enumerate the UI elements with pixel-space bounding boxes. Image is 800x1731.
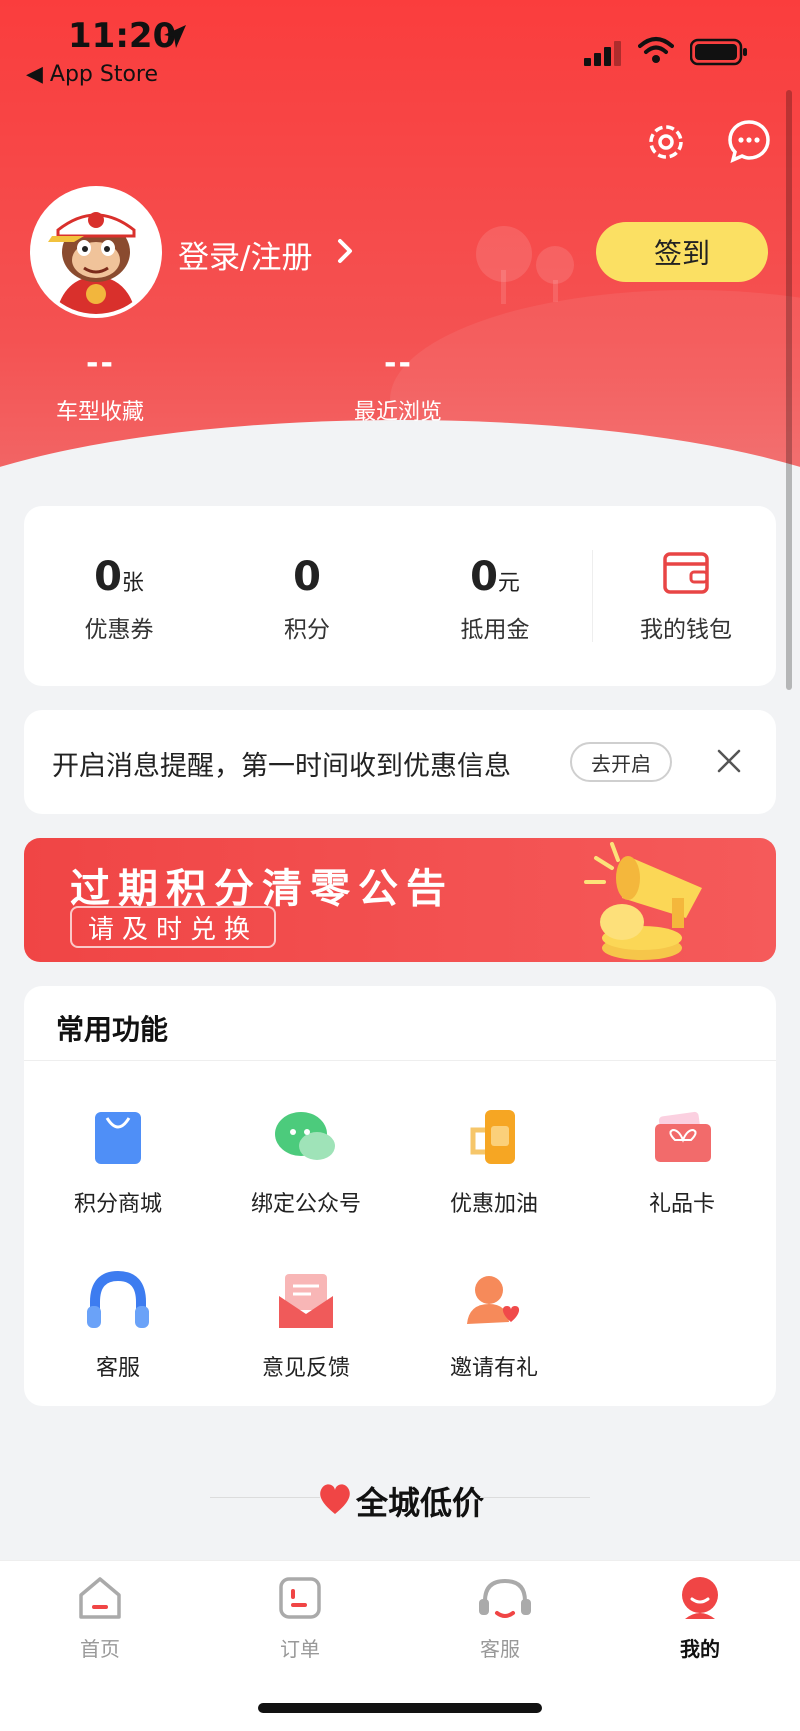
gift-card-item[interactable]: 礼品卡 xyxy=(592,1102,772,1218)
tab-orders[interactable]: 订单 xyxy=(240,1573,360,1662)
points-mall-item[interactable]: 积分商城 xyxy=(28,1102,208,1218)
invite-reward-item[interactable]: 邀请有礼 xyxy=(404,1266,584,1382)
settings-gear-icon[interactable] xyxy=(644,120,688,164)
order-icon xyxy=(275,1573,325,1623)
notification-reminder-card: 开启消息提醒，第一时间收到优惠信息 去开启 xyxy=(24,710,776,814)
avatar[interactable] xyxy=(30,186,162,318)
voucher-credit-item[interactable]: 0元 抵用金 xyxy=(420,554,570,644)
battery-icon xyxy=(690,38,747,66)
home-icon xyxy=(75,1573,125,1623)
back-to-app-store[interactable]: ◀ App Store xyxy=(26,62,158,87)
banner-subtitle: 请及时兑换 xyxy=(70,906,277,948)
city-divider-left xyxy=(210,1497,320,1498)
location-arrow-icon xyxy=(164,25,186,48)
fuel-cup-icon xyxy=(459,1102,529,1172)
tab-home[interactable]: 首页 xyxy=(40,1573,160,1662)
shopping-bag-icon xyxy=(83,1102,153,1172)
my-wallet-item[interactable]: 我的钱包 xyxy=(606,548,766,644)
points-item[interactable]: 0 积分 xyxy=(232,554,382,644)
recent-views-label[interactable]: 最近浏览 xyxy=(354,394,442,426)
functions-title: 常用功能 xyxy=(56,1013,169,1046)
close-icon[interactable] xyxy=(716,748,742,774)
service-headset-icon xyxy=(475,1573,531,1623)
customer-service-item[interactable]: 客服 xyxy=(28,1266,208,1382)
login-register-link[interactable]: 登录/注册 xyxy=(178,232,312,277)
cellular-signal-icon xyxy=(584,41,621,66)
wallet-divider xyxy=(592,550,593,642)
notice-text: 开启消息提醒，第一时间收到优惠信息 xyxy=(52,751,511,782)
favorite-models-count[interactable]: -- xyxy=(86,346,115,381)
city-divider-right xyxy=(480,1497,590,1498)
bind-official-account-item[interactable]: 绑定公众号 xyxy=(216,1102,396,1218)
invite-user-icon xyxy=(459,1266,529,1336)
favorite-models-label[interactable]: 车型收藏 xyxy=(56,394,144,426)
tab-profile[interactable]: 我的 xyxy=(640,1573,760,1662)
recent-views-count[interactable]: -- xyxy=(384,346,413,381)
home-indicator xyxy=(258,1703,542,1713)
message-bubble-icon[interactable] xyxy=(726,118,772,164)
common-functions-card: 常用功能 积分商城 绑定公众号 优惠加油 礼品卡 客服 意见反馈 邀请有礼 xyxy=(24,986,776,1406)
monkey-mascot-icon xyxy=(34,190,158,314)
points-expiry-banner[interactable]: 过期积分清零公告 请及时兑换 xyxy=(24,838,776,962)
tab-service[interactable]: 客服 xyxy=(440,1573,560,1662)
gift-card-icon xyxy=(647,1102,717,1172)
functions-divider xyxy=(24,1060,776,1061)
headphones-icon xyxy=(83,1266,153,1336)
fuel-discount-item[interactable]: 优惠加油 xyxy=(404,1102,584,1218)
wallet-card: 0张 优惠券 0 积分 0元 抵用金 我的钱包 xyxy=(24,506,776,686)
megaphone-coins-icon xyxy=(584,842,702,960)
feedback-item[interactable]: 意见反馈 xyxy=(216,1266,396,1382)
wechat-icon xyxy=(271,1102,341,1172)
profile-icon xyxy=(675,1573,725,1623)
profile-header: 11:20 ◀ App Store 登录/注册 签到 -- 车型收藏 -- 最近… xyxy=(0,0,800,485)
wifi-icon xyxy=(638,37,674,63)
coupon-item[interactable]: 0张 优惠券 xyxy=(44,554,194,644)
feedback-envelope-icon xyxy=(271,1266,341,1336)
chevron-right-icon xyxy=(338,239,352,263)
scrollbar[interactable] xyxy=(786,90,792,690)
tree-decoration xyxy=(536,246,574,284)
enable-notifications-button[interactable]: 去开启 xyxy=(570,742,672,782)
wallet-icon xyxy=(663,552,709,594)
heart-icon xyxy=(320,1484,350,1514)
signin-button[interactable]: 签到 xyxy=(596,222,768,282)
city-low-price-title: 全城低价 xyxy=(356,1484,485,1522)
